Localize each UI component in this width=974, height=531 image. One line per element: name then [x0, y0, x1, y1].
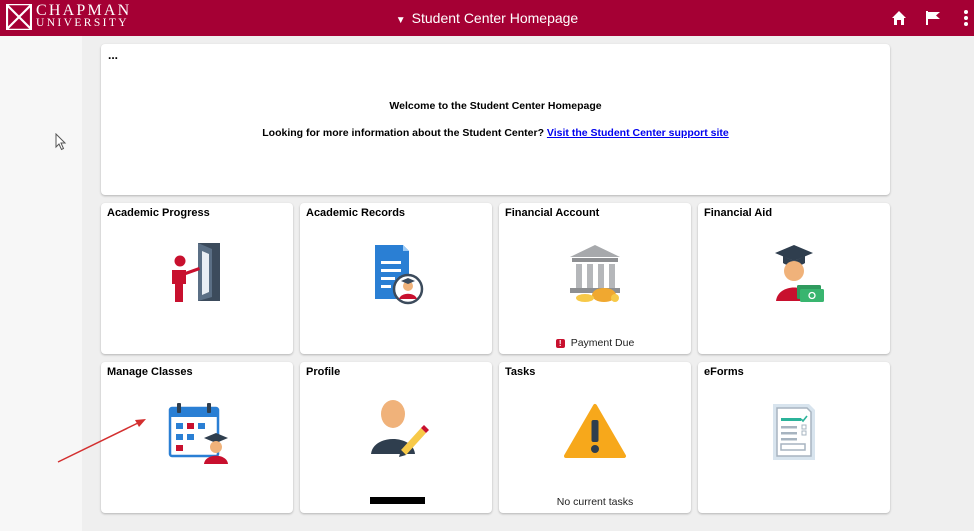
- tile-financial-aid[interactable]: Financial Aid: [698, 203, 890, 354]
- tile-title: Financial Aid: [704, 207, 773, 219]
- actions-menu-icon[interactable]: [963, 8, 969, 28]
- person-pencil-icon: [371, 400, 429, 457]
- tile-tasks[interactable]: Tasks No current tasks: [499, 362, 691, 513]
- tile-profile[interactable]: Profile: [300, 362, 492, 513]
- tile-academic-records[interactable]: Academic Records: [300, 203, 492, 354]
- warning-icon: [564, 404, 626, 458]
- alert-icon: !: [555, 338, 565, 348]
- graduate-money-icon: [775, 245, 824, 302]
- redacted-name-bar: [370, 497, 425, 504]
- tile-eforms[interactable]: eForms: [698, 362, 890, 513]
- welcome-banner: ... Welcome to the Student Center Homepa…: [101, 44, 890, 195]
- support-site-link[interactable]: Visit the Student Center support site: [547, 127, 729, 139]
- tile-academic-progress[interactable]: Academic Progress: [101, 203, 293, 354]
- tile-title: Academic Records: [306, 207, 406, 219]
- payment-due-notice: ! Payment Due: [499, 337, 691, 349]
- caret-down-icon: ▼: [395, 15, 406, 26]
- door-person-icon: [172, 243, 220, 302]
- left-margin: [0, 36, 82, 531]
- mouse-cursor-icon: [55, 133, 67, 151]
- notification-flag-icon[interactable]: [925, 10, 941, 26]
- tile-financial-account[interactable]: Financial Account ! Payment Due: [499, 203, 691, 354]
- calendar-graduate-icon: [168, 403, 228, 464]
- no-tasks-text: No current tasks: [556, 496, 634, 508]
- tile-title: Academic Progress: [107, 207, 210, 219]
- page-title: Student Center Homepage: [411, 10, 579, 26]
- welcome-heading: Welcome to the Student Center Homepage: [389, 100, 602, 112]
- home-icon[interactable]: [891, 10, 907, 26]
- banner-more-dots[interactable]: ...: [108, 48, 118, 62]
- document-graduate-icon: [375, 245, 424, 305]
- tile-manage-classes[interactable]: Manage Classes: [101, 362, 293, 513]
- form-checklist-icon: [773, 404, 815, 460]
- payment-due-text: Payment Due: [570, 337, 635, 349]
- page-title-dropdown[interactable]: ▼ Student Center Homepage: [0, 0, 974, 36]
- tile-title: eForms: [704, 366, 744, 378]
- banner-info: Looking for more information about the S…: [101, 127, 890, 139]
- bank-piggy-icon: [570, 245, 620, 302]
- top-header-bar: CHAPMAN UNIVERSITY ▼ Student Center Homep…: [0, 0, 974, 36]
- tile-title: Financial Account: [505, 207, 600, 219]
- tile-title: Profile: [306, 366, 341, 378]
- info-text: Looking for more information about the S…: [262, 127, 544, 139]
- tile-title: Tasks: [505, 366, 536, 378]
- tile-title: Manage Classes: [107, 366, 193, 378]
